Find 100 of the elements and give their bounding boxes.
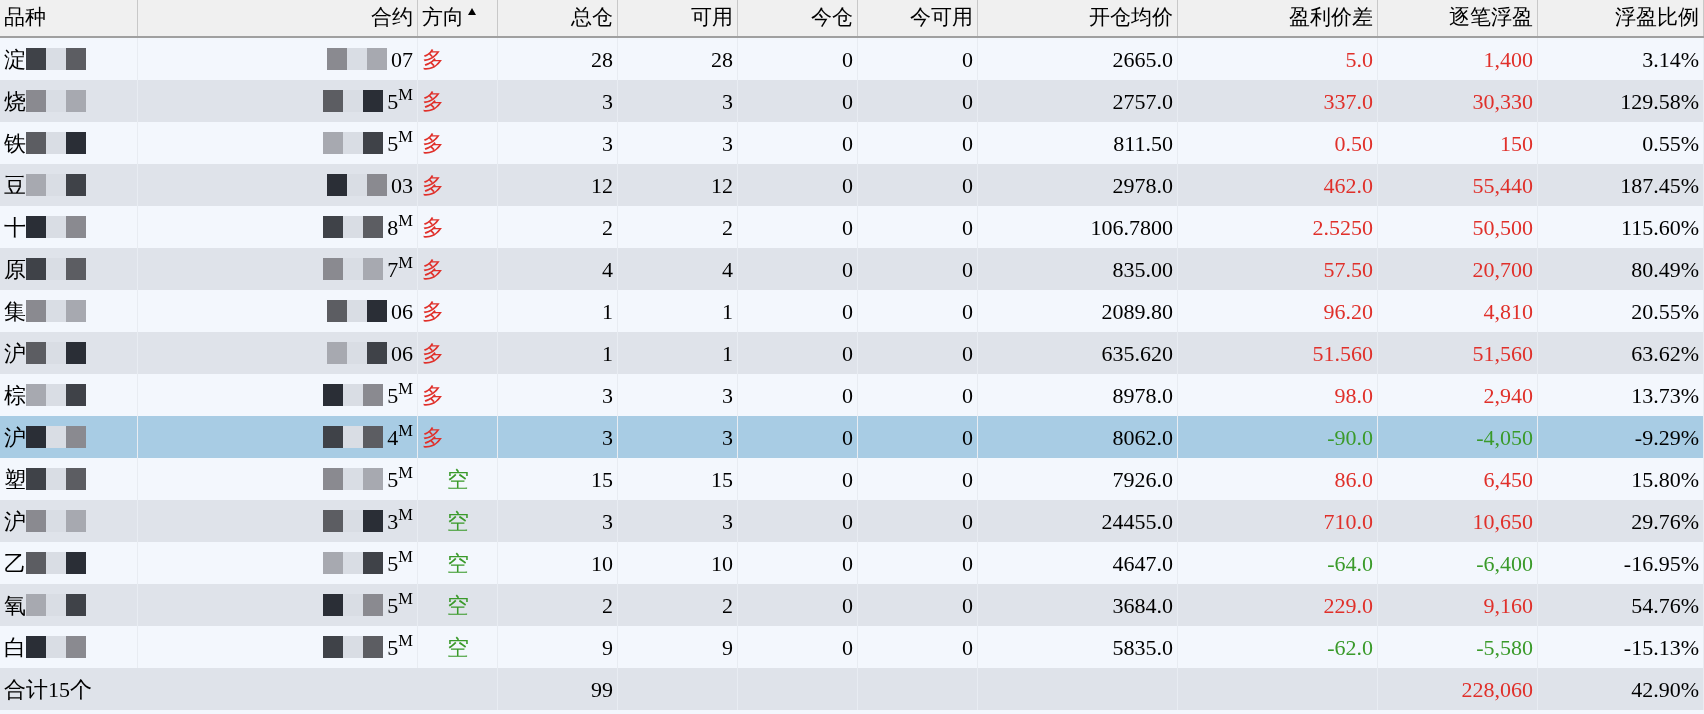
- redaction-mosaic: [327, 174, 387, 196]
- table-cell-text: 811.50: [1113, 129, 1173, 158]
- column-header[interactable]: 总仓: [571, 2, 613, 34]
- table-cell-text: 3: [602, 381, 613, 410]
- table-cell-text: 12: [711, 171, 733, 200]
- table-cell-text: 28: [591, 45, 613, 74]
- table-row[interactable]: 沪 06 多 1 1 0 0 635.620 51.560 51,560 63.62%: [0, 332, 1704, 374]
- redaction-mosaic: [323, 132, 384, 154]
- table-cell-text: 0: [962, 87, 973, 116]
- table-row[interactable]: 豆 03 多 12 12 0 0 2978.0 462.0 55,440 187.45%: [0, 164, 1704, 206]
- table-cell-text: 187.45%: [1620, 171, 1699, 200]
- table-cell-text: 0: [842, 255, 853, 284]
- redaction-mosaic: [327, 342, 387, 364]
- table-cell-text: 20,700: [1472, 255, 1533, 284]
- redaction-mosaic: [323, 384, 384, 406]
- table-cell-text: 54.76%: [1631, 591, 1699, 620]
- redaction-mosaic: [26, 174, 86, 196]
- table-cell-text: 多: [422, 423, 444, 452]
- table-cell-text: 铁: [4, 129, 26, 158]
- table-cell-text: 多: [422, 255, 444, 284]
- table-row[interactable]: 沪 3$^{M}$ 空 3 3 0 0 24455.0 710.0 10,650 29.76%: [0, 500, 1704, 542]
- table-cell-text: 氧: [4, 591, 26, 620]
- table-cell-text: 2665.0: [1112, 45, 1173, 74]
- table-cell-text: 空: [446, 507, 469, 536]
- table-cell-text: 空: [446, 549, 469, 578]
- table-row[interactable]: 原 7$^{M}$ 多 4 4 0 0 835.00 57.50 20,700 80.49%: [0, 248, 1704, 290]
- column-header[interactable]: 浮盈比例: [1615, 2, 1699, 34]
- redaction-mosaic: [26, 426, 86, 448]
- table-cell-text: 沪: [4, 507, 26, 536]
- redaction-mosaic: [26, 636, 86, 658]
- table-cell-text: 1: [722, 339, 733, 368]
- table-cell-text: 106.7800: [1090, 213, 1173, 242]
- redaction-mosaic: [323, 426, 384, 448]
- table-cell-text: 10: [711, 549, 733, 578]
- table-cell-text: 0: [962, 507, 973, 536]
- column-header[interactable]: 开仓均价: [1089, 2, 1173, 34]
- table-cell-text: 2757.0: [1112, 87, 1173, 116]
- table-cell-text: 9: [722, 633, 733, 662]
- table-cell-text: 1: [602, 339, 613, 368]
- table-cell-text: 0: [962, 339, 973, 368]
- table-cell-text: 多: [422, 297, 444, 326]
- table-cell-text: 13.73%: [1631, 381, 1699, 410]
- table-cell-text: 15: [711, 465, 733, 494]
- table-cell-text: 0: [842, 465, 853, 494]
- table-cell-text: 多: [422, 213, 444, 242]
- table-cell-text: 多: [422, 381, 444, 410]
- table-cell-text: 7926.0: [1112, 465, 1173, 494]
- table-cell-text: 0: [842, 423, 853, 452]
- table-cell-text: 150: [1500, 129, 1533, 158]
- table-cell-text: 5$^{M}$: [387, 84, 413, 116]
- table-cell-text: -5,580: [1476, 633, 1533, 662]
- redaction-mosaic: [26, 384, 86, 406]
- table-row[interactable]: 氧 5$^{M}$ 空 2 2 0 0 3684.0 229.0 9,160 54.76%: [0, 584, 1704, 626]
- table-cell-text: 0: [962, 297, 973, 326]
- table-cell-text: 多: [422, 87, 444, 116]
- table-cell-text: 0: [842, 87, 853, 116]
- table-cell-text: 沪: [4, 423, 26, 452]
- table-cell-text: 63.62%: [1631, 339, 1699, 368]
- column-header[interactable]: 今仓: [811, 2, 853, 34]
- table-cell-text: 8$^{M}$: [387, 210, 413, 242]
- table-cell-text: 57.50: [1323, 255, 1373, 284]
- table-row[interactable]: 烧 5$^{M}$ 多 3 3 0 0 2757.0 337.0 30,330 129.58%: [0, 80, 1704, 122]
- table-cell-text: 0: [962, 129, 973, 158]
- column-header[interactable]: 合约: [371, 2, 413, 34]
- column-header[interactable]: 逐笔浮盈: [1449, 2, 1533, 34]
- table-cell-text: 5$^{M}$: [387, 126, 413, 158]
- table-cell-text: 2: [722, 213, 733, 242]
- table-cell-text: 0.55%: [1642, 129, 1699, 158]
- table-cell-text: 30,330: [1472, 87, 1533, 116]
- table-cell-text: 1: [722, 297, 733, 326]
- table-cell-text: 白: [4, 633, 26, 662]
- table-cell-text: 0: [962, 381, 973, 410]
- table-cell-text: 6,450: [1483, 465, 1533, 494]
- table-cell-text: 3: [722, 87, 733, 116]
- table-cell-text: 多: [422, 171, 444, 200]
- table-row[interactable]: 沪 4$^{M}$ 多 3 3 0 0 8062.0 -90.0 -4,050 -9.29%: [0, 416, 1704, 458]
- table-cell-text: 烧: [4, 87, 26, 116]
- table-cell-text: 0: [842, 129, 853, 158]
- table-cell-text: 4,810: [1483, 297, 1533, 326]
- table-cell-text: -16.95%: [1623, 549, 1699, 578]
- table-cell-text: 0: [842, 171, 853, 200]
- table-cell-text: 0: [842, 45, 853, 74]
- table-cell-text: 0: [962, 171, 973, 200]
- column-header[interactable]: 今可用: [910, 2, 973, 34]
- table-cell-text: 十: [4, 213, 26, 242]
- redaction-mosaic: [323, 552, 384, 574]
- column-header[interactable]: 盈利价差: [1289, 2, 1373, 34]
- redaction-mosaic: [26, 90, 86, 112]
- table-cell-text: 空: [446, 633, 469, 662]
- table-cell-text: 5835.0: [1112, 633, 1173, 662]
- table-cell-text: 03: [391, 171, 413, 200]
- column-header[interactable]: 方向: [422, 2, 476, 34]
- table-cell-text: 3684.0: [1112, 591, 1173, 620]
- table-cell-text: -62.0: [1327, 633, 1373, 662]
- table-cell-text: 2089.80: [1101, 297, 1173, 326]
- redaction-mosaic: [26, 132, 86, 154]
- table-cell-text: -6,400: [1476, 549, 1533, 578]
- column-header[interactable]: 可用: [691, 2, 733, 34]
- column-header[interactable]: 品种: [4, 2, 46, 34]
- table-cell-text: 51,560: [1472, 339, 1533, 368]
